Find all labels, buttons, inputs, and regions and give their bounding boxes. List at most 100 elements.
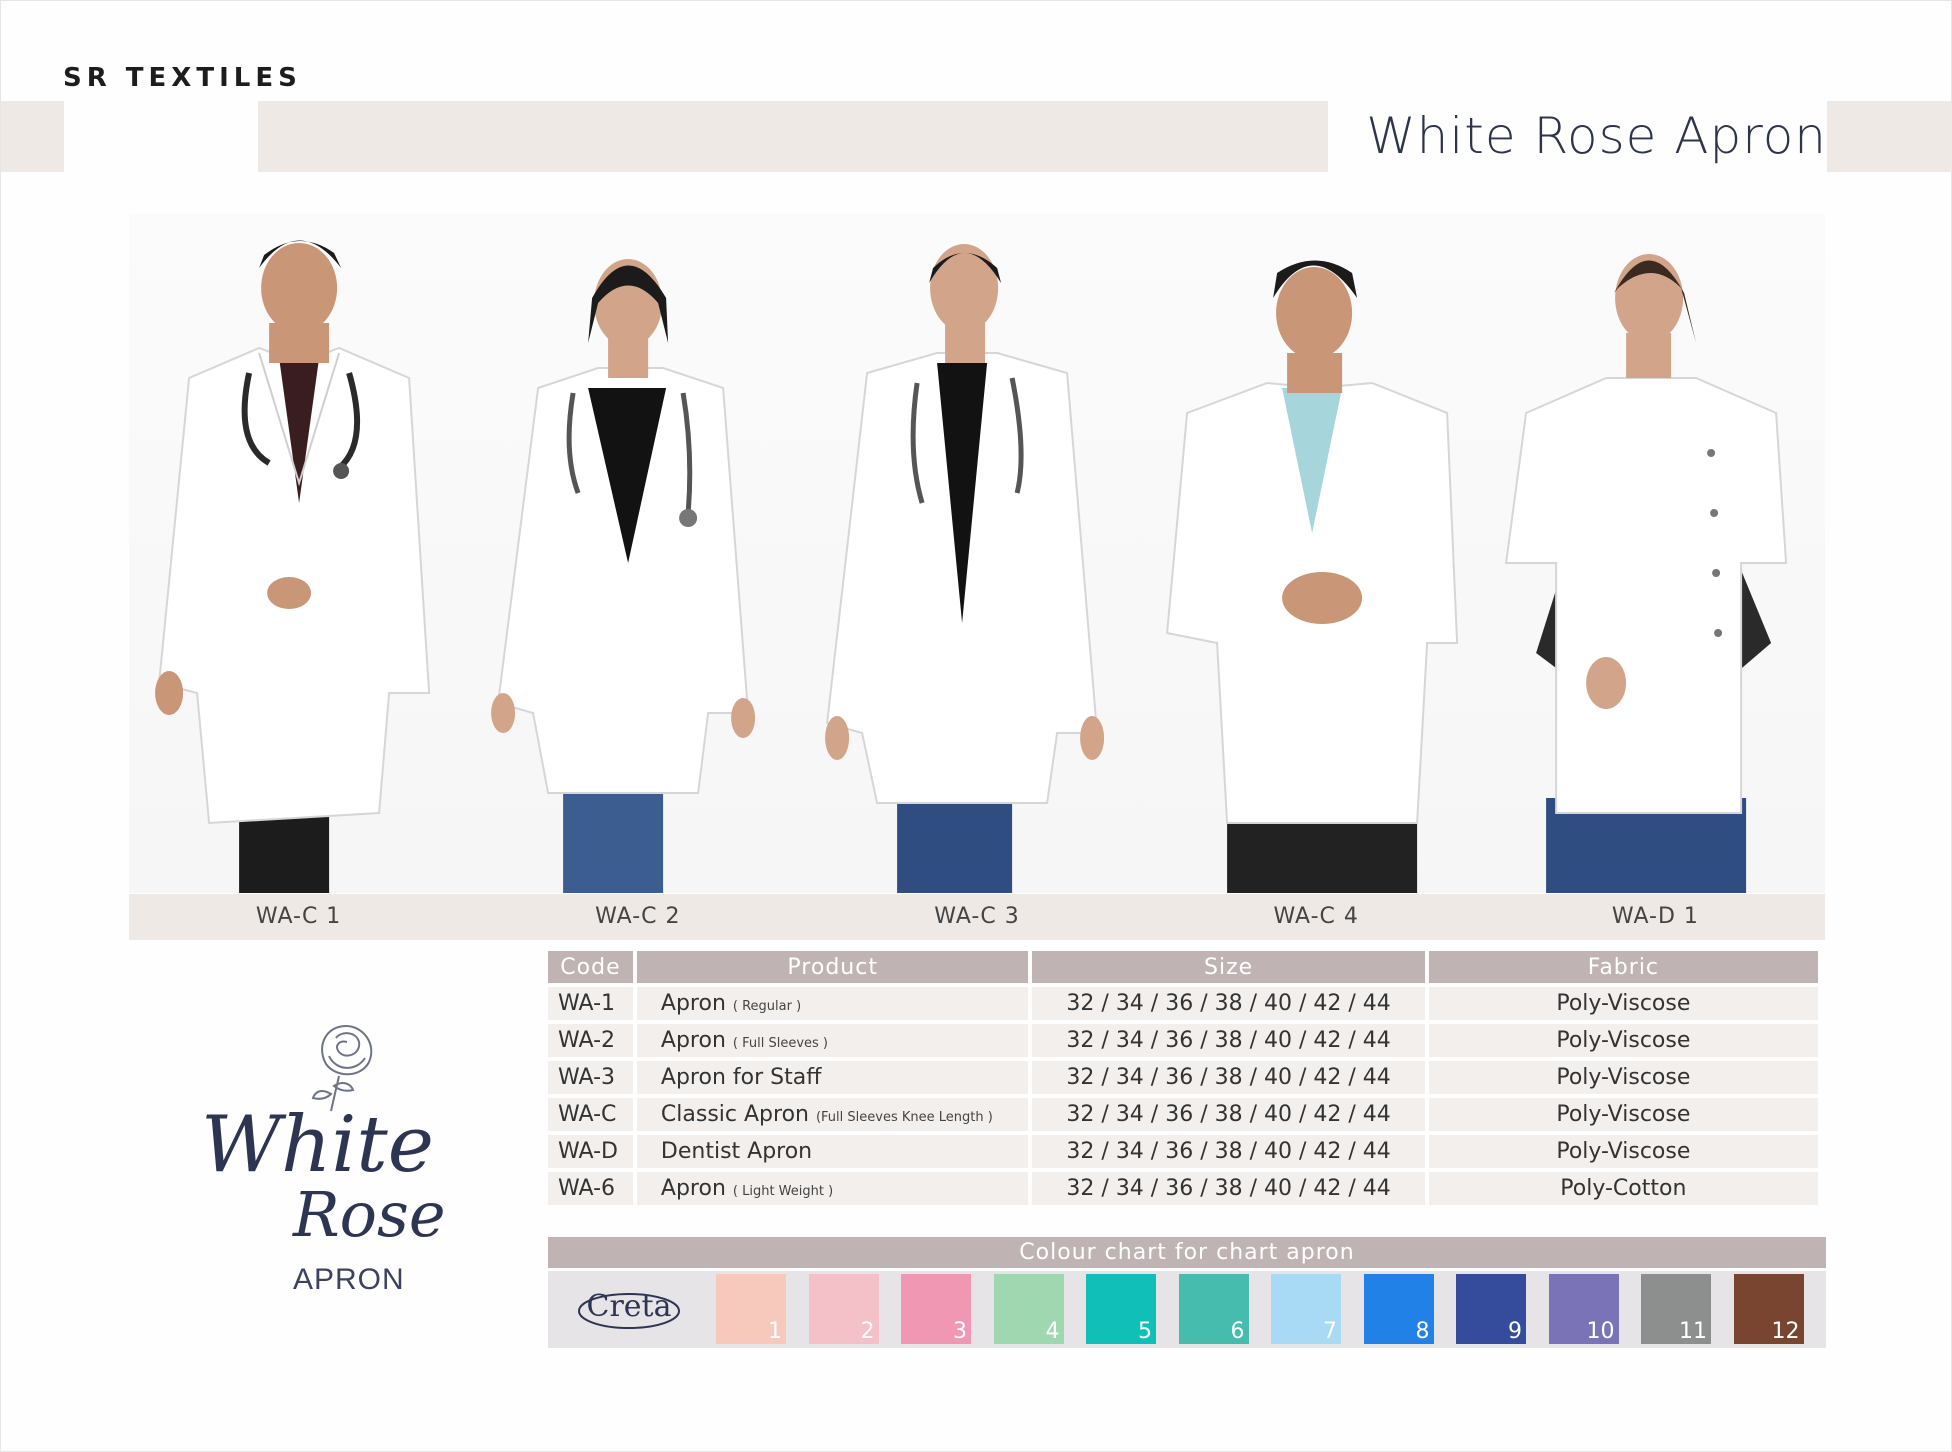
- male-model-illustration: [1165, 260, 1458, 893]
- model-code-label: WA-C 4: [1273, 904, 1359, 929]
- model-photo-wa-c2: [468, 213, 808, 893]
- swatch-number: 6: [1230, 1319, 1245, 1344]
- cell-code: WA-1: [548, 987, 633, 1020]
- cell-code: WA-D: [548, 1135, 633, 1168]
- colour-swatch[interactable]: 8: [1363, 1274, 1434, 1344]
- product-name: Apron: [660, 1028, 726, 1053]
- cell-fabric: Poly-Viscose: [1428, 1135, 1818, 1168]
- swatch-number: 4: [1045, 1319, 1060, 1344]
- table-row: WA-1 Apron ( Regular ) 32 / 34 / 36 / 38…: [548, 987, 1818, 1020]
- product-name: Apron for Staff: [660, 1065, 822, 1090]
- female-model-illustration: [1504, 254, 1787, 893]
- logo-script-rose: Rose: [293, 1178, 446, 1251]
- logo-apron-text: APRON: [293, 1263, 405, 1296]
- model-photo-strip: [129, 213, 1826, 893]
- cell-code: WA-2: [548, 1024, 633, 1057]
- colour-swatch[interactable]: 12: [1733, 1274, 1804, 1344]
- colour-swatch[interactable]: 2: [808, 1274, 879, 1344]
- cell-size: 32 / 34 / 36 / 38 / 40 / 42 / 44: [1032, 1172, 1425, 1205]
- product-note: ( Full Sleeves ): [732, 1036, 828, 1051]
- col-header-fabric: Fabric: [1428, 951, 1818, 983]
- cell-fabric: Poly-Viscose: [1428, 1098, 1818, 1131]
- cell-code: WA-3: [548, 1061, 633, 1094]
- cell-fabric: Poly-Viscose: [1428, 987, 1818, 1020]
- header-band-middle: [258, 101, 1328, 172]
- colour-swatch[interactable]: 3: [901, 1274, 971, 1344]
- model-code-label: WA-C 3: [934, 904, 1020, 929]
- cell-fabric: Poly-Viscose: [1428, 1061, 1818, 1094]
- swatch-number: 9: [1508, 1319, 1522, 1344]
- swatch-number: 3: [953, 1319, 967, 1344]
- colour-swatch[interactable]: 7: [1271, 1274, 1341, 1344]
- swatch-number: 7: [1323, 1319, 1337, 1344]
- cell-size: 32 / 34 / 36 / 38 / 40 / 42 / 44: [1032, 1061, 1425, 1094]
- cell-size: 32 / 34 / 36 / 38 / 40 / 42 / 44: [1032, 1098, 1425, 1131]
- cell-product: Apron ( Full Sleeves ): [636, 1024, 1029, 1057]
- cell-fabric: Poly-Viscose: [1428, 1024, 1818, 1057]
- colour-swatch[interactable]: 4: [993, 1274, 1064, 1344]
- male-model-illustration: [155, 240, 431, 893]
- table-row: WA-6 Apron ( Light Weight ) 32 / 34 / 36…: [548, 1172, 1818, 1205]
- page-title: White Rose Apron: [1366, 107, 1827, 165]
- model-photo-wa-c1: [129, 213, 469, 893]
- product-note: ( Regular ): [732, 999, 802, 1014]
- model-code-label: WA-D 1: [1611, 904, 1699, 929]
- header-band-left: [1, 101, 64, 172]
- swatch-number: 10: [1586, 1319, 1615, 1344]
- product-spec-table: Code Product Size Fabric WA-1 Apron ( Re…: [544, 947, 1822, 1209]
- cell-product: Apron ( Light Weight ): [636, 1172, 1029, 1205]
- table-row: WA-D Dentist Apron 32 / 34 / 36 / 38 / 4…: [548, 1135, 1818, 1168]
- cell-size: 32 / 34 / 36 / 38 / 40 / 42 / 44: [1032, 1135, 1425, 1168]
- cell-fabric: Poly-Cotton: [1428, 1172, 1818, 1205]
- model-photo-wa-c4: [1146, 213, 1486, 893]
- product-note: (Full Sleeves Knee Length ): [815, 1110, 993, 1125]
- product-name: Dentist Apron: [660, 1139, 813, 1164]
- model-code-strip: WA-C 1 WA-C 2 WA-C 3 WA-C 4 WA-D 1: [129, 894, 1825, 940]
- swatch-number: 8: [1415, 1319, 1430, 1344]
- table-row: WA-3 Apron for Staff 32 / 34 / 36 / 38 /…: [548, 1061, 1818, 1094]
- colour-chart-title: Colour chart for chart apron: [548, 1237, 1826, 1268]
- table-header-row: Code Product Size Fabric: [548, 951, 1818, 983]
- model-code-label: WA-C 2: [595, 904, 681, 929]
- catalogue-page: SR TEXTILES White Rose Apron WA-C 1 WA-C…: [0, 0, 1952, 1452]
- model-photo-wa-d1: [1485, 213, 1826, 893]
- logo-script-white: White: [201, 1100, 434, 1190]
- cell-size: 32 / 34 / 36 / 38 / 40 / 42 / 44: [1032, 987, 1425, 1020]
- cell-size: 32 / 34 / 36 / 38 / 40 / 42 / 44: [1032, 1024, 1425, 1057]
- swatch-number: 11: [1679, 1319, 1707, 1344]
- colour-swatch[interactable]: 5: [1086, 1274, 1156, 1344]
- swatch-number: 12: [1771, 1319, 1800, 1344]
- product-note: ( Light Weight ): [732, 1184, 834, 1199]
- table-row: WA-C Classic Apron (Full Sleeves Knee Le…: [548, 1098, 1818, 1131]
- product-name: Apron: [660, 991, 726, 1016]
- colour-swatch[interactable]: 1: [716, 1274, 786, 1344]
- cell-product: Dentist Apron: [636, 1135, 1029, 1168]
- col-header-size: Size: [1032, 951, 1425, 983]
- cell-code: WA-C: [548, 1098, 633, 1131]
- product-name: Classic Apron: [660, 1102, 809, 1127]
- white-rose-logo: White Rose APRON: [201, 1016, 461, 1306]
- cell-product: Apron ( Regular ): [636, 987, 1029, 1020]
- female-model-illustration: [491, 259, 756, 893]
- model-photo-wa-c3: [807, 213, 1147, 893]
- swatch-number: 5: [1138, 1319, 1152, 1344]
- creta-logo: Creta: [576, 1283, 682, 1333]
- product-name: Apron: [660, 1176, 726, 1201]
- creta-brand-text: Creta: [586, 1289, 672, 1324]
- colour-chart: Creta 1 2 3 4 5 6 7 8 9 10 11 12: [548, 1271, 1826, 1348]
- colour-swatch[interactable]: 9: [1456, 1274, 1526, 1344]
- colour-swatch[interactable]: 11: [1641, 1274, 1711, 1344]
- swatch-number: 1: [768, 1319, 782, 1344]
- header-band-right: [1827, 101, 1952, 172]
- colour-swatch[interactable]: 6: [1178, 1274, 1249, 1344]
- col-header-code: Code: [548, 951, 633, 983]
- cell-code: WA-6: [548, 1172, 633, 1205]
- col-header-product: Product: [636, 951, 1029, 983]
- brand-name: SR TEXTILES: [63, 63, 302, 93]
- table-row: WA-2 Apron ( Full Sleeves ) 32 / 34 / 36…: [548, 1024, 1818, 1057]
- model-code-label: WA-C 1: [255, 904, 342, 929]
- swatch-number: 2: [860, 1319, 875, 1344]
- colour-swatch[interactable]: 10: [1548, 1274, 1619, 1344]
- cell-product: Apron for Staff: [636, 1061, 1029, 1094]
- female-model-illustration: [825, 244, 1105, 893]
